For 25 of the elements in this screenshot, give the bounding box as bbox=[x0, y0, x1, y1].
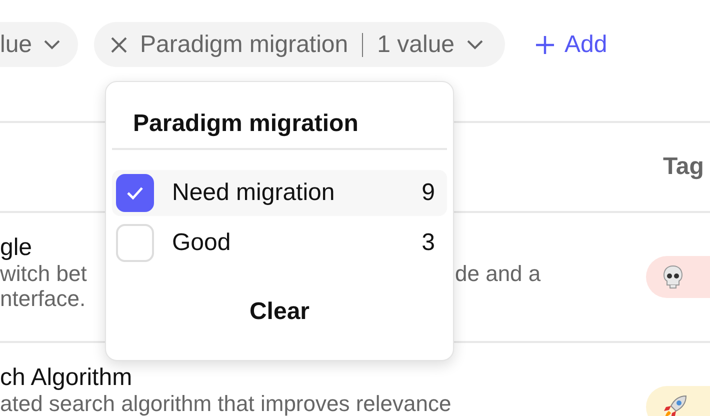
row-description: ated search algorithm that improves relevance bbox=[0, 391, 452, 416]
add-filter-button[interactable]: Add bbox=[520, 30, 608, 58]
clear-button[interactable]: Clear bbox=[239, 294, 320, 330]
filter-chip[interactable]: Paradigm migration 1 value bbox=[94, 22, 505, 67]
filter-value: 1 value bbox=[377, 30, 455, 58]
filter-option[interactable]: Good 3 bbox=[112, 220, 447, 266]
row-description: nterface. bbox=[0, 286, 86, 311]
chevron-down-icon bbox=[466, 40, 483, 50]
filter-label: lue bbox=[0, 30, 32, 58]
filter-chip[interactable]: lue bbox=[0, 22, 78, 67]
row-description: de and a bbox=[455, 261, 541, 286]
chevron-down-icon bbox=[44, 40, 60, 50]
column-header[interactable]: Tag bbox=[663, 153, 710, 181]
rocket-icon bbox=[662, 394, 688, 416]
popover-title: Paradigm migration bbox=[132, 109, 360, 139]
close-icon[interactable] bbox=[110, 36, 128, 54]
row-title: ch Algorithm bbox=[0, 364, 132, 391]
row-description: witch bet bbox=[0, 261, 88, 286]
checkbox[interactable] bbox=[116, 174, 154, 212]
filter-label: Paradigm migration bbox=[140, 30, 348, 58]
filter-option[interactable]: Need migration 9 bbox=[112, 170, 447, 216]
skull-icon bbox=[662, 265, 684, 289]
row-title: gle bbox=[0, 234, 32, 261]
check-icon bbox=[126, 186, 144, 200]
plus-icon bbox=[534, 34, 555, 54]
